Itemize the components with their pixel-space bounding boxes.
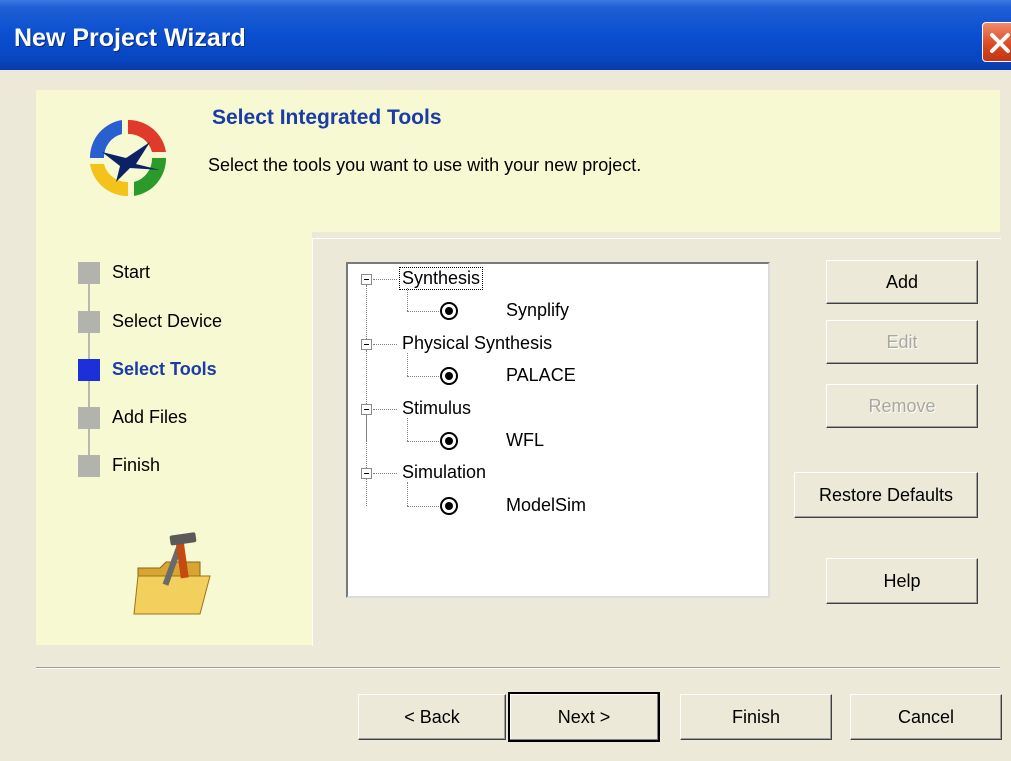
tree-connector	[407, 288, 408, 311]
step-label: Finish	[112, 455, 161, 475]
step-label: Start	[112, 262, 151, 282]
close-icon	[990, 33, 1010, 53]
finish-button[interactable]: Finish	[680, 694, 832, 740]
collapse-toggle-icon[interactable]	[361, 404, 372, 415]
step-label: Add Files	[112, 407, 188, 427]
tool-radio-icon[interactable]	[440, 497, 458, 515]
tree-connector	[366, 415, 367, 468]
tree-connector	[373, 409, 397, 410]
back-button[interactable]: < Back	[358, 694, 506, 740]
folder-tools-icon	[133, 532, 211, 615]
tree-connector	[366, 350, 367, 404]
tree-connector	[407, 311, 439, 312]
step-marker-icon	[78, 262, 100, 284]
tree-tool-label[interactable]: WFL	[504, 430, 546, 451]
collapse-toggle-icon[interactable]	[361, 468, 372, 479]
tree-connector	[373, 473, 397, 474]
close-button[interactable]	[982, 22, 1011, 62]
help-button[interactable]: Help	[826, 558, 978, 604]
tool-radio-icon[interactable]	[440, 302, 458, 320]
restore-defaults-button[interactable]: Restore Defaults	[794, 472, 978, 518]
tree-connector	[373, 279, 397, 280]
collapse-toggle-icon[interactable]	[361, 274, 372, 285]
tree-connector	[366, 285, 367, 339]
tree-category-label[interactable]: Synthesis	[398, 267, 484, 290]
tree-category-label[interactable]: Stimulus	[400, 398, 473, 419]
collapse-toggle-icon[interactable]	[361, 339, 372, 350]
tree-connector	[407, 506, 439, 507]
step-label: Select Tools	[112, 359, 217, 379]
remove-button[interactable]: Remove	[826, 384, 978, 428]
step-label: Select Device	[112, 311, 223, 331]
step-marker-icon	[78, 455, 100, 477]
tree-connector	[373, 344, 397, 345]
tree-connector	[407, 482, 408, 506]
step-marker-icon	[78, 359, 100, 381]
tree-connector	[366, 479, 367, 506]
tree-tool-label[interactable]: PALACE	[504, 365, 578, 386]
tools-tree[interactable]: Synthesis Synplify Physical Synthesis PALAC…	[346, 262, 770, 598]
tree-connector	[407, 418, 408, 441]
window-title: New Project Wizard	[14, 24, 246, 52]
cancel-button[interactable]: Cancel	[850, 694, 1002, 740]
title-bar: New Project Wizard	[0, 0, 1011, 70]
edit-button[interactable]: Edit	[826, 320, 978, 364]
footer-separator	[36, 667, 1000, 669]
tree-connector	[407, 376, 439, 377]
tree-tool-label[interactable]: Synplify	[504, 300, 571, 321]
tree-connector	[407, 353, 408, 376]
tool-radio-icon[interactable]	[440, 367, 458, 385]
wizard-logo-icon	[89, 119, 167, 197]
tool-radio-icon[interactable]	[440, 432, 458, 450]
tree-category-label[interactable]: Physical Synthesis	[400, 333, 554, 354]
tree-category-label[interactable]: Simulation	[400, 462, 488, 483]
page-title: Select Integrated Tools	[212, 106, 442, 129]
next-button[interactable]: Next >	[508, 692, 660, 742]
page-description: Select the tools you want to use with yo…	[208, 155, 642, 175]
add-button[interactable]: Add	[826, 260, 978, 304]
tree-connector	[407, 441, 439, 442]
tree-tool-label[interactable]: ModelSim	[504, 495, 588, 516]
step-marker-icon	[78, 311, 100, 333]
step-marker-icon	[78, 407, 100, 429]
